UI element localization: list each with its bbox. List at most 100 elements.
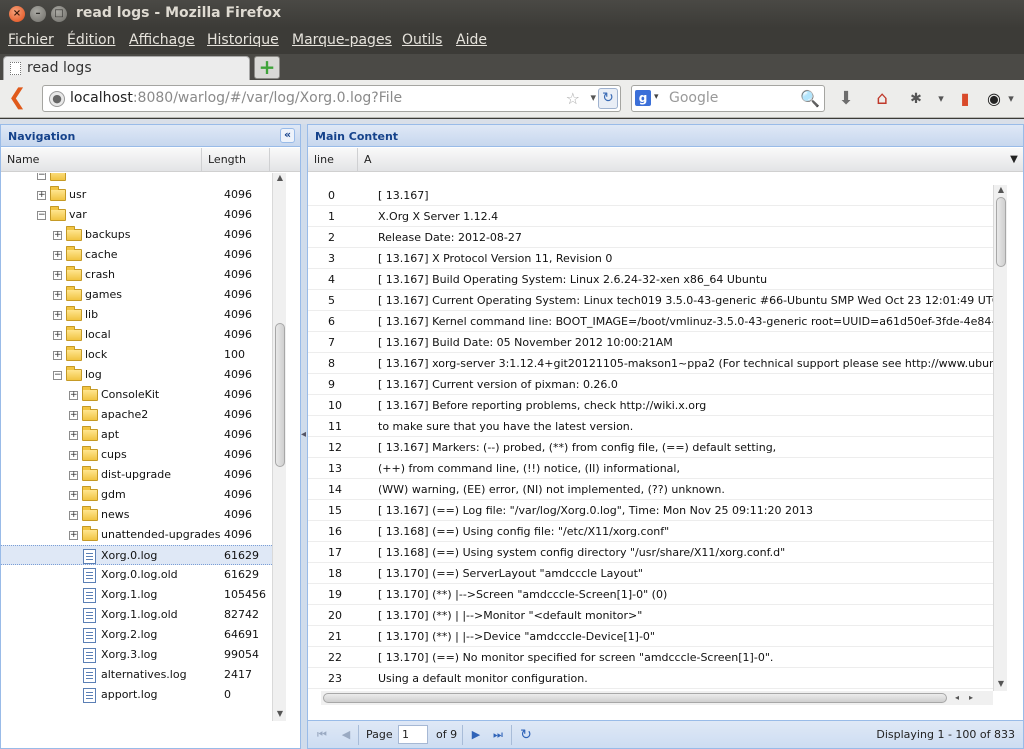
scroll-down-icon[interactable]: ▼ <box>994 679 1008 691</box>
log-vertical-scrollbar[interactable]: ▲ ▼ <box>993 185 1007 691</box>
menu-historique[interactable]: Historique <box>207 32 279 48</box>
collapse-panel-button[interactable]: « <box>280 128 295 143</box>
menu-outils[interactable]: Outils <box>402 32 442 48</box>
google-icon[interactable]: g <box>635 90 651 106</box>
log-row[interactable]: 20 [ 13.170] (**) | |-->Monitor "<default… <box>308 605 993 626</box>
tree-row[interactable]: + usr 4096 <box>1 185 272 205</box>
log-row[interactable]: 6 [ 13.167] Kernel command line: BOOT_IMA… <box>308 311 993 332</box>
expand-icon[interactable]: + <box>69 451 78 460</box>
tree-row[interactable]: + apache2 4096 <box>1 405 272 425</box>
collapse-icon[interactable]: − <box>53 371 62 380</box>
site-identity-icon[interactable]: ● <box>49 91 65 107</box>
column-header-name[interactable]: Name <box>1 148 202 172</box>
url-text[interactable]: localhost:8080/warlog/#/var/log/Xorg.0.l… <box>70 90 402 106</box>
expand-icon[interactable]: + <box>53 311 62 320</box>
scrollbar-thumb[interactable] <box>996 197 1006 267</box>
log-row[interactable]: 14 (WW) warning, (EE) error, (NI) not imp… <box>308 479 993 500</box>
colorpicker-icon[interactable]: ◉ <box>984 86 1004 112</box>
first-page-icon[interactable]: ⏮ <box>314 727 330 743</box>
search-engine-dropdown-icon[interactable]: ▾ <box>654 92 659 102</box>
scroll-down-icon[interactable]: ▼ <box>273 709 287 721</box>
tree-row[interactable]: + lock 100 <box>1 345 272 365</box>
tree-row[interactable]: + cups 4096 <box>1 445 272 465</box>
search-icon[interactable]: 🔍 <box>800 89 820 108</box>
addon-dropdown-icon[interactable]: ▾ <box>935 86 947 112</box>
tree-row[interactable]: + news 4096 <box>1 505 272 525</box>
tree-row[interactable]: Xorg.0.log 61629 <box>1 545 272 565</box>
log-row[interactable]: 4 [ 13.167] Build Operating System: Linux… <box>308 269 993 290</box>
collapse-icon[interactable]: − <box>37 211 46 220</box>
scroll-right-icon[interactable]: ▸ <box>965 691 977 705</box>
log-row[interactable]: 12 [ 13.167] Markers: (--) probed, (**) f… <box>308 437 993 458</box>
log-row[interactable]: 16 [ 13.168] (==) Using config file: "/et… <box>308 521 993 542</box>
scroll-left-icon[interactable]: ◂ <box>951 691 963 705</box>
log-row[interactable]: 15 [ 13.167] (==) Log file: "/var/log/Xor… <box>308 500 993 521</box>
tree-row[interactable]: Xorg.0.log.old 61629 <box>1 565 272 585</box>
back-button[interactable]: ❮ <box>8 87 28 110</box>
column-header-line[interactable]: line <box>308 148 358 172</box>
tree-row[interactable]: + crash 4096 <box>1 265 272 285</box>
log-row[interactable]: 7 [ 13.167] Build Date: 05 November 2012 … <box>308 332 993 353</box>
reload-button[interactable]: ↻ <box>598 88 618 109</box>
log-row[interactable]: 10 [ 13.167] Before reporting problems, c… <box>308 395 993 416</box>
expand-icon[interactable]: + <box>53 271 62 280</box>
expand-icon[interactable]: + <box>69 511 78 520</box>
download-icon[interactable]: ⬇ <box>834 86 858 112</box>
tree-row[interactable]: Xorg.1.log 105456 <box>1 585 272 605</box>
home-icon[interactable]: ⌂ <box>869 86 895 112</box>
menu-marque-pages[interactable]: Marque-pages <box>292 32 392 48</box>
expand-icon[interactable]: + <box>69 531 78 540</box>
url-bar[interactable]: ● localhost:8080/warlog/#/var/log/Xorg.0… <box>42 85 621 112</box>
log-horizontal-scrollbar[interactable]: ◂ ▸ <box>321 691 993 705</box>
log-row[interactable]: 17 [ 13.168] (==) Using system config dir… <box>308 542 993 563</box>
expand-icon[interactable]: + <box>53 351 62 360</box>
log-row[interactable]: 8 [ 13.167] xorg-server 3:1.12.4+git20121… <box>308 353 993 374</box>
last-page-icon[interactable]: ⏭ <box>490 727 506 743</box>
addon-icon[interactable]: ✱ <box>905 86 927 112</box>
log-row[interactable]: 21 [ 13.170] (**) | |-->Device "amdcccle-… <box>308 626 993 647</box>
close-window-button[interactable]: × <box>9 6 25 22</box>
tree-row[interactable]: + local 4096 <box>1 325 272 345</box>
tree-row[interactable]: + ConsoleKit 4096 <box>1 385 272 405</box>
tree-row[interactable]: + lib 4096 <box>1 305 272 325</box>
page-number-input[interactable]: 1 <box>398 725 428 744</box>
log-row[interactable]: 22 [ 13.170] (==) No monitor specified fo… <box>308 647 993 668</box>
menu-affichage[interactable]: Affichage <box>129 32 195 48</box>
log-row[interactable]: 11 to make sure that you have the latest … <box>308 416 993 437</box>
expand-icon[interactable]: + <box>69 391 78 400</box>
column-header-a[interactable]: A <box>358 148 1008 172</box>
menu-fichier[interactable]: Fichier <box>8 32 54 48</box>
tree-row[interactable]: Xorg.3.log 99054 <box>1 645 272 665</box>
log-row[interactable]: 1 X.Org X Server 1.12.4 <box>308 206 993 227</box>
scrollbar-thumb[interactable] <box>275 323 285 467</box>
expand-icon[interactable]: + <box>53 251 62 260</box>
tree-row[interactable]: Xorg.1.log.old 82742 <box>1 605 272 625</box>
new-tab-button[interactable]: + <box>254 56 280 79</box>
log-row[interactable]: 19 [ 13.170] (**) |-->Screen "amdcccle-Sc… <box>308 584 993 605</box>
minimize-window-button[interactable]: – <box>30 6 46 22</box>
tree-row[interactable]: + backups 4096 <box>1 225 272 245</box>
horizontal-scrollbar-thumb[interactable] <box>323 693 947 703</box>
colorpicker-dropdown-icon[interactable]: ▾ <box>1005 86 1017 112</box>
expand-icon[interactable]: + <box>69 471 78 480</box>
scroll-up-icon[interactable]: ▲ <box>273 173 287 185</box>
expand-icon[interactable]: + <box>53 331 62 340</box>
tab-read-logs[interactable]: read logs <box>3 56 250 80</box>
tree-row[interactable]: + games 4096 <box>1 285 272 305</box>
navigation-vertical-scrollbar[interactable]: ▲ ▼ <box>272 173 286 721</box>
menu-edition[interactable]: Édition <box>67 32 115 48</box>
log-row[interactable]: 5 [ 13.167] Current Operating System: Lin… <box>308 290 993 311</box>
bookmark-star-icon[interactable]: ☆ <box>566 89 580 108</box>
tree-row[interactable]: − var 4096 <box>1 205 272 225</box>
tree-row[interactable]: + unattended-upgrades 4096 <box>1 525 272 545</box>
expand-icon[interactable]: + <box>53 231 62 240</box>
history-dropdown-icon[interactable]: ▾ <box>590 91 596 104</box>
expand-icon[interactable]: + <box>69 491 78 500</box>
tree-row[interactable]: + cache 4096 <box>1 245 272 265</box>
previous-page-icon[interactable]: ◀ <box>338 727 354 743</box>
column-header-length[interactable]: Length <box>202 148 270 172</box>
tree-row[interactable]: + dist-upgrade 4096 <box>1 465 272 485</box>
scroll-up-icon[interactable]: ▲ <box>994 185 1008 197</box>
tree-row[interactable]: alternatives.log 2417 <box>1 665 272 685</box>
tree-row[interactable]: Xorg.2.log 64691 <box>1 625 272 645</box>
